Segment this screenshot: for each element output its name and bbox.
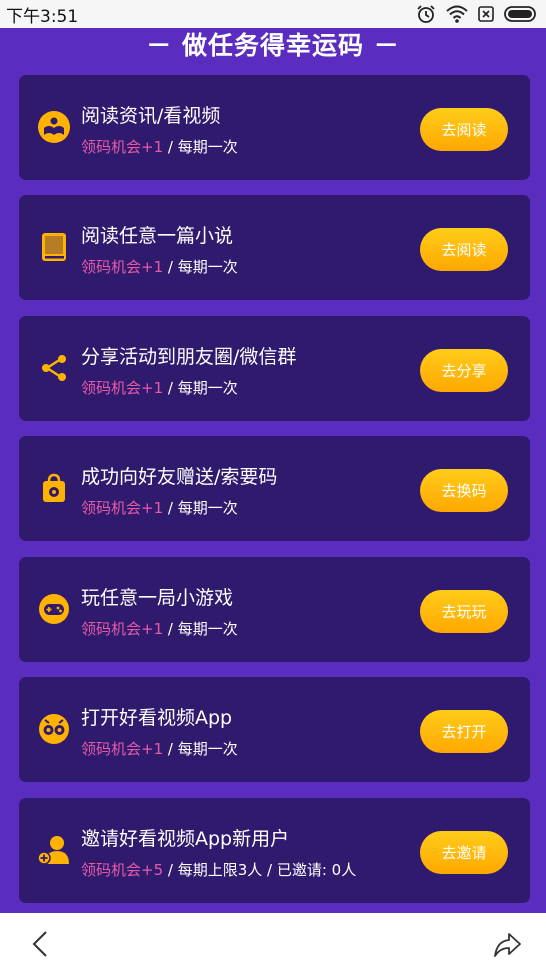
share-forward-icon[interactable]	[492, 929, 522, 959]
task-title: 成功向好友赠送/索要码	[81, 466, 278, 488]
task-limit: / 每期一次	[163, 620, 238, 638]
task-reward: 领码机会+1	[81, 740, 164, 758]
task-card-read-news: 阅读资讯/看视频 领码机会+1 / 每期一次 去阅读	[19, 75, 530, 180]
task-reward: 领码机会+1	[81, 499, 164, 517]
video-app-icon	[37, 712, 71, 746]
page-title: － 做任务得幸运码 －	[146, 31, 400, 60]
task-title: 玩任意一局小游戏	[81, 587, 234, 609]
go-read-news-button[interactable]: 去阅读	[420, 108, 508, 151]
task-card-invite-user: 邀请好看视频App新用户 领码机会+5 / 每期上限3人 / 已邀请: 0人 去…	[19, 798, 530, 903]
go-invite-button[interactable]: 去邀请	[420, 831, 508, 874]
battery-icon	[504, 6, 536, 22]
bottom-nav	[0, 913, 546, 974]
task-limit: / 每期一次	[163, 379, 238, 397]
task-title: 阅读资讯/看视频	[81, 105, 221, 127]
task-title: 邀请好看视频App新用户	[81, 828, 290, 850]
task-reward: 领码机会+1	[81, 379, 164, 397]
task-subtitle: 领码机会+5 / 每期上限3人 / 已邀请: 0人	[81, 859, 356, 880]
go-open-app-button[interactable]: 去打开	[420, 710, 508, 753]
read-news-icon	[37, 110, 71, 144]
back-arrow-icon[interactable]	[28, 929, 54, 959]
task-reward: 领码机会+1	[81, 620, 164, 638]
share-icon	[37, 351, 71, 385]
task-subtitle: 领码机会+1 / 每期一次	[81, 256, 238, 277]
go-play-game-button[interactable]: 去玩玩	[420, 590, 508, 633]
status-icons	[416, 4, 538, 24]
alarm-icon	[417, 5, 435, 23]
status-bar: 下午3:51	[0, 0, 546, 28]
game-controller-icon	[37, 592, 71, 626]
task-title: 阅读任意一篇小说	[81, 225, 234, 247]
task-panel: － 做任务得幸运码 － 阅读资讯/看视频 领码机会+1 / 每期一次 去阅读 阅…	[0, 28, 546, 913]
task-card-exchange-code: 成功向好友赠送/索要码 领码机会+1 / 每期一次 去换码	[19, 436, 530, 541]
task-subtitle: 领码机会+1 / 每期一次	[81, 618, 238, 639]
task-title: 分享活动到朋友圈/微信群	[81, 346, 297, 368]
task-subtitle: 领码机会+1 / 每期一次	[81, 738, 238, 759]
go-read-novel-button[interactable]: 去阅读	[420, 228, 508, 271]
book-icon	[37, 230, 71, 264]
task-title: 打开好看视频App	[81, 707, 233, 729]
task-card-open-app: 打开好看视频App 领码机会+1 / 每期一次 去打开	[19, 677, 530, 782]
task-reward: 领码机会+5	[81, 861, 164, 879]
go-exchange-code-button[interactable]: 去换码	[420, 469, 508, 512]
task-subtitle: 领码机会+1 / 每期一次	[81, 377, 238, 398]
task-subtitle: 领码机会+1 / 每期一次	[81, 497, 238, 518]
add-user-icon	[37, 833, 71, 867]
task-card-share: 分享活动到朋友圈/微信群 领码机会+1 / 每期一次 去分享	[19, 316, 530, 421]
gift-bag-icon	[37, 471, 71, 505]
task-limit: / 每期上限3人 / 已邀请: 0人	[163, 861, 357, 879]
task-limit: / 每期一次	[163, 499, 238, 517]
task-subtitle: 领码机会+1 / 每期一次	[81, 136, 238, 157]
task-limit: / 每期一次	[163, 138, 238, 156]
task-limit: / 每期一次	[163, 740, 238, 758]
task-reward: 领码机会+1	[81, 138, 164, 156]
task-reward: 领码机会+1	[81, 258, 164, 276]
status-time: 下午3:51	[6, 6, 79, 27]
no-sim-icon	[478, 6, 494, 22]
task-card-read-novel: 阅读任意一篇小说 领码机会+1 / 每期一次 去阅读	[19, 195, 530, 300]
task-card-play-game: 玩任意一局小游戏 领码机会+1 / 每期一次 去玩玩	[19, 557, 530, 662]
task-limit: / 每期一次	[163, 258, 238, 276]
wifi-icon	[446, 5, 468, 23]
go-share-button[interactable]: 去分享	[420, 349, 508, 392]
